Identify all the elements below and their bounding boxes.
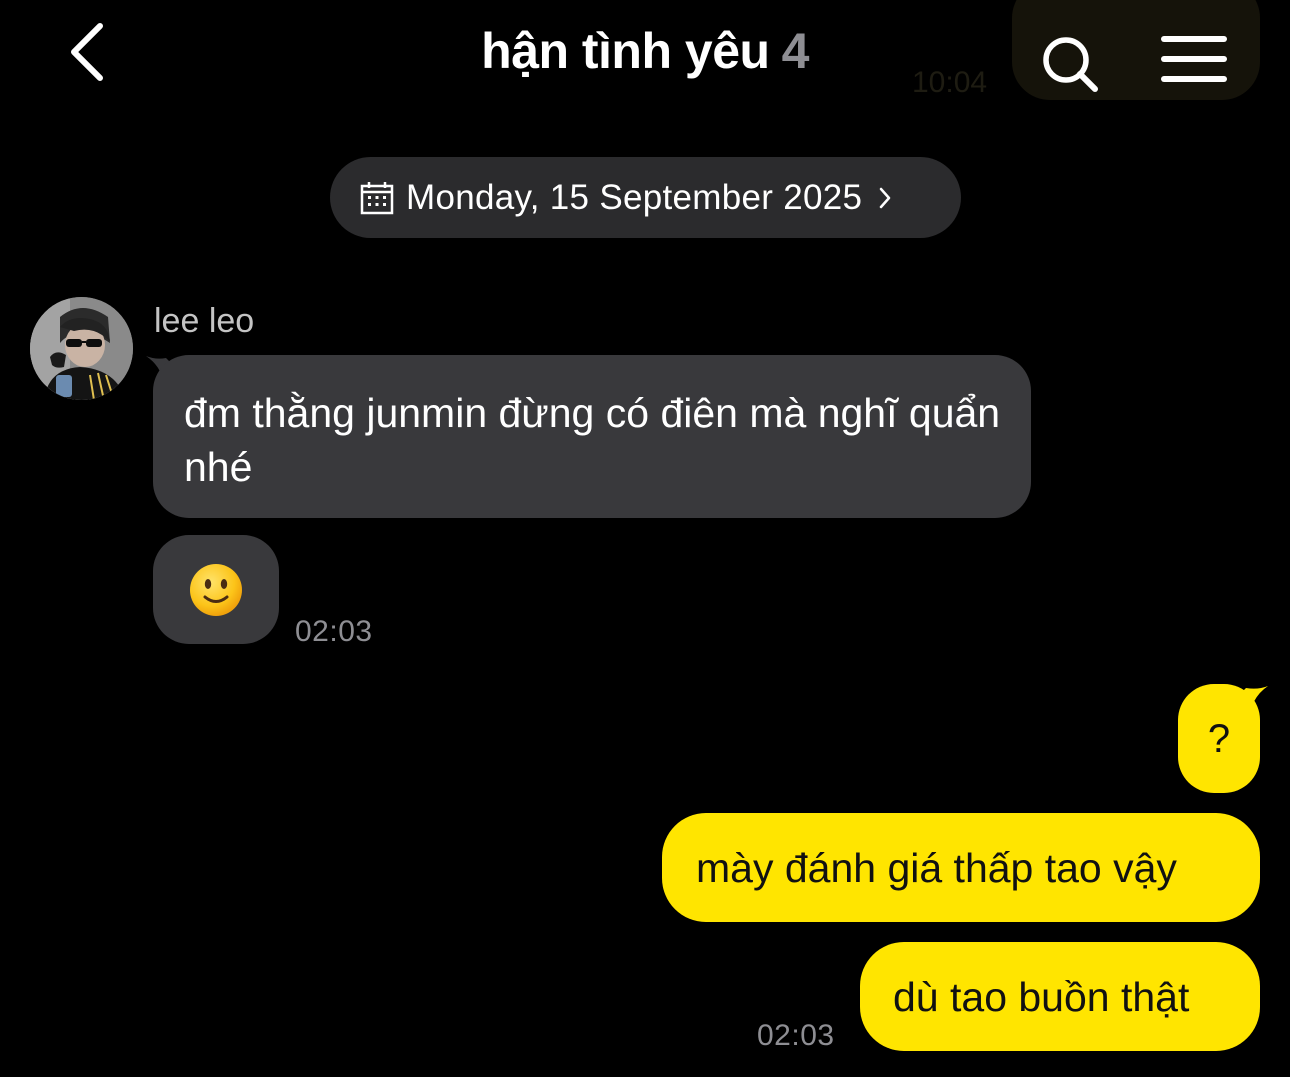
avatar-photo [30, 297, 133, 400]
hamburger-menu-icon [1161, 36, 1227, 82]
slightly-smiling-face-emoji [190, 563, 242, 616]
message-text: ? [1207, 716, 1231, 761]
message-timestamp: 02:03 [295, 615, 373, 648]
calendar-icon [360, 181, 394, 214]
message-text: mày đánh giá thấp tao vậy [696, 845, 1177, 891]
chevron-right-icon [880, 187, 891, 208]
search-button[interactable] [1040, 34, 1100, 94]
sender-name: lee leo [154, 302, 255, 340]
message-bubble-incoming[interactable]: đm thằng junmin đừng có điên mà nghĩ quẩ… [153, 355, 1031, 518]
search-icon [1043, 37, 1098, 92]
ghost-timestamp: 10:04 [912, 66, 988, 99]
message-text: đm thằng junmin đừng có điên mà nghĩ quẩ… [184, 390, 1001, 490]
message-bubble-outgoing[interactable]: mày đánh giá thấp tao vậy [662, 813, 1260, 922]
menu-button[interactable] [1160, 34, 1228, 86]
message-bubble-outgoing[interactable]: dù tao buồn thật [860, 942, 1260, 1051]
avatar[interactable] [30, 297, 133, 400]
message-text: dù tao buồn thật [893, 974, 1190, 1020]
message-timestamp: 02:03 [757, 1019, 835, 1052]
chat-title-text: hận tình yêu [481, 23, 770, 79]
message-bubble-outgoing[interactable]: ? [1178, 684, 1260, 793]
date-label: Monday, 15 September 2025 [406, 177, 863, 217]
member-count: 4 [781, 23, 810, 79]
date-divider[interactable]: Monday, 15 September 2025 [330, 157, 961, 238]
message-bubble-incoming[interactable] [153, 535, 279, 644]
